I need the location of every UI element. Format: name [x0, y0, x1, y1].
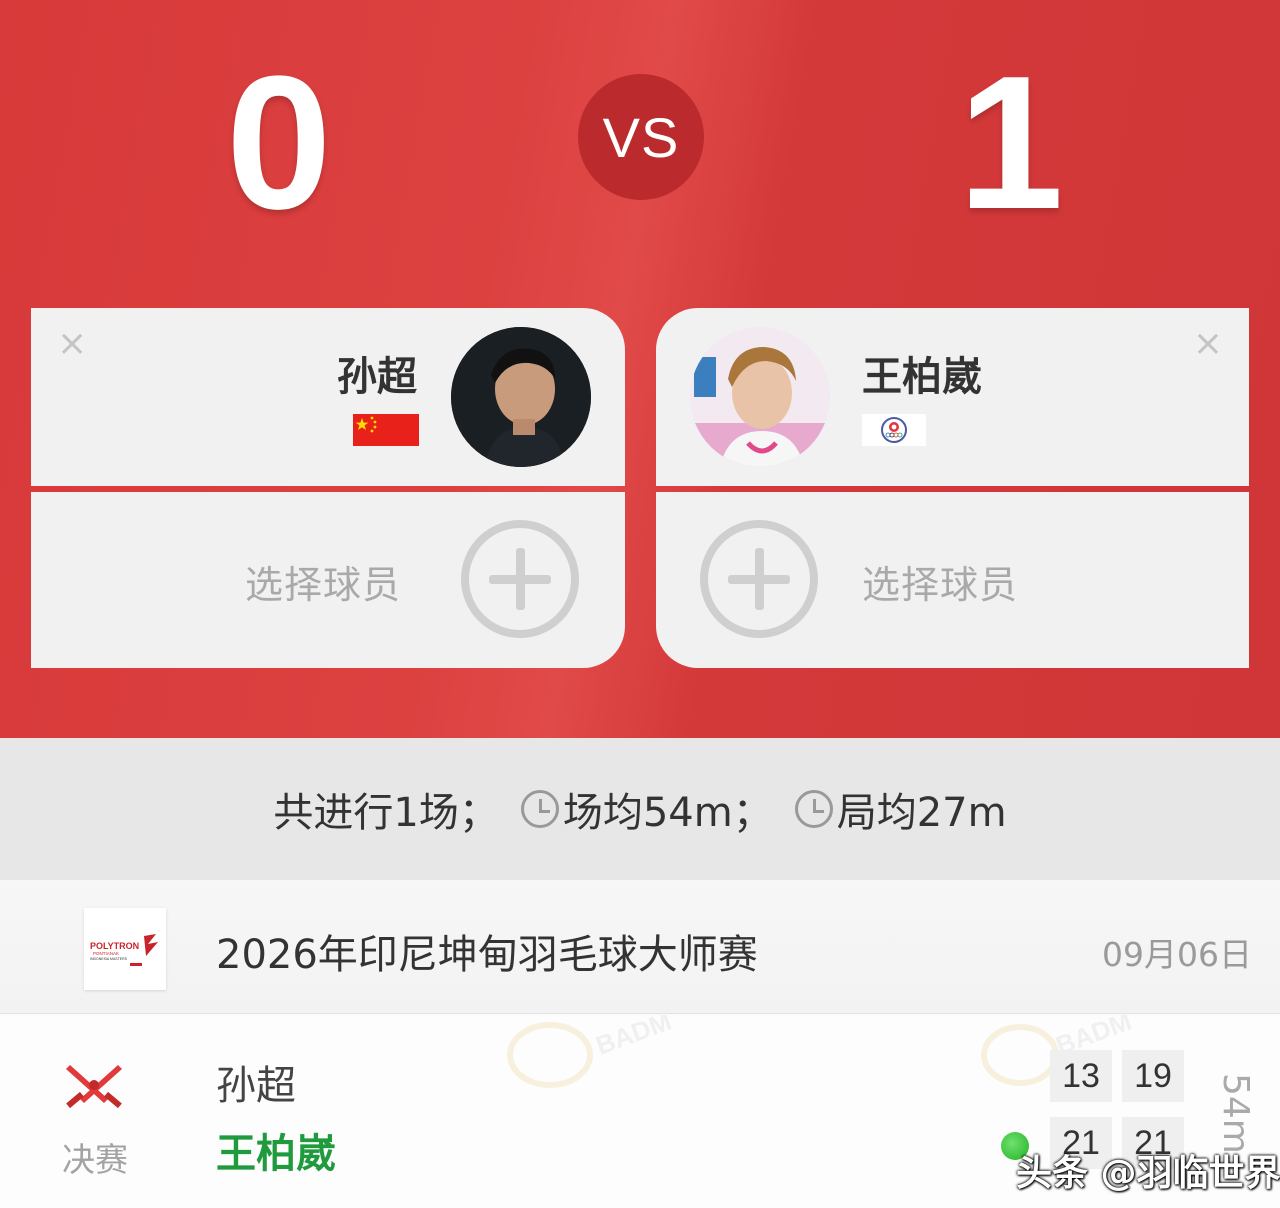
chinese-taipei-flag-icon — [862, 414, 926, 446]
right-player-name: 王柏崴 — [862, 354, 982, 400]
match-row[interactable]: BADM BADM 决赛 孙超 王柏崴 13 19 21 21 54m 头条 @… — [0, 1015, 1280, 1208]
right-select-player-label: 选择球员 — [862, 563, 1019, 607]
tournament-name: 2026年印尼坤甸羽毛球大师赛 — [216, 932, 758, 978]
remove-left-player-icon[interactable]: × — [57, 326, 87, 362]
left-player-avatar — [451, 327, 591, 467]
vs-badge: VS — [578, 74, 704, 200]
left-add-player-slot[interactable]: 选择球员 — [31, 492, 625, 668]
right-score: 1 — [958, 37, 1064, 249]
tournament-logo: POLYTRON PONTIANAK INDONESIA MASTERS — [84, 908, 166, 990]
left-player-card[interactable]: × 孙超 — [31, 308, 625, 486]
logo-city-text: PONTIANAK — [93, 951, 119, 956]
logo-event-text: INDONESIA MASTERS — [90, 957, 128, 961]
right-add-player-slot[interactable]: 选择球员 — [656, 492, 1249, 668]
head-to-head-stats: 共进行1场； 场均54m； 局均27m — [0, 738, 1280, 880]
clock-icon — [520, 790, 559, 828]
round-label: 决赛 — [62, 1140, 128, 1179]
avg-match-duration-text: 场均54m； — [562, 790, 773, 836]
tournament-date: 09月06日 — [1102, 935, 1252, 974]
crossed-swords-icon — [64, 1059, 124, 1111]
player1-game1-score: 13 — [1050, 1050, 1112, 1102]
match-player1-name: 孙超 — [216, 1063, 296, 1109]
clock-icon — [794, 790, 833, 828]
player1-game2-score: 19 — [1122, 1050, 1184, 1102]
left-player-name: 孙超 — [337, 354, 417, 400]
right-add-player-plus-icon[interactable] — [700, 520, 818, 638]
avg-game-duration-text: 局均27m — [836, 790, 1007, 836]
tournament-row[interactable]: POLYTRON PONTIANAK INDONESIA MASTERS 202… — [0, 880, 1280, 1014]
right-player-card[interactable]: 王柏崴 × — [656, 308, 1249, 486]
background-watermark-logo: BADM — [507, 1015, 676, 1088]
head-to-head-header: 0 VS 1 × 孙超 选择球员 王柏崴 × 选择球员 — [0, 0, 1280, 738]
svg-text:BADM: BADM — [592, 1015, 676, 1061]
china-flag-icon — [353, 414, 419, 446]
remove-right-player-icon[interactable]: × — [1193, 326, 1223, 362]
right-player-avatar — [690, 327, 830, 467]
source-watermark: 头条 @羽临世界 — [1016, 1153, 1280, 1194]
left-add-player-plus-icon[interactable] — [461, 520, 579, 638]
logo-brand-text: POLYTRON — [90, 941, 139, 951]
left-select-player-label: 选择球员 — [245, 563, 402, 607]
total-matches-text: 共进行1场； — [273, 790, 499, 836]
left-score: 0 — [226, 37, 332, 249]
match-player2-name: 王柏崴 — [216, 1131, 336, 1177]
match-duration: 54m — [1215, 1073, 1256, 1154]
